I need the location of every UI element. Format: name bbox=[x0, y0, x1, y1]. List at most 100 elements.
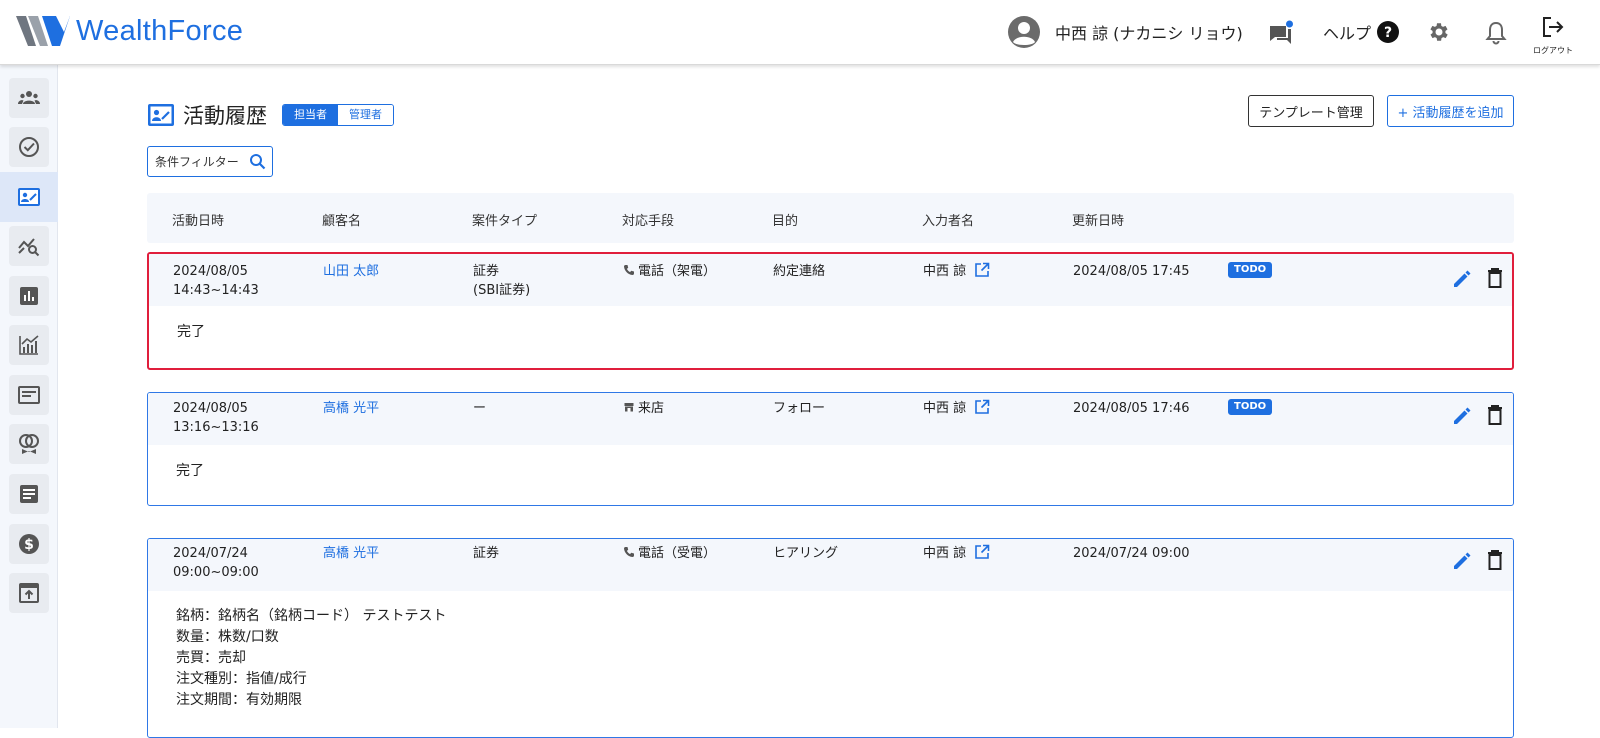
column-header-activity-date: 活動日時 bbox=[172, 214, 225, 229]
add-activity-button[interactable]: + 活動履歴を追加 bbox=[1387, 95, 1514, 127]
case-type: 証券 bbox=[473, 546, 500, 561]
case-type-sub: (SBI証券) bbox=[473, 283, 531, 298]
sidebar-item-growth[interactable] bbox=[9, 325, 49, 365]
document-icon bbox=[20, 485, 38, 503]
activity-datetime: 2024/07/24 09:00~09:00 bbox=[173, 544, 259, 582]
external-link-icon[interactable] bbox=[974, 262, 990, 278]
bar-chart-icon bbox=[20, 287, 38, 305]
user-name: 中西 諒 (ナカニシ リョウ) bbox=[1055, 24, 1243, 43]
entered-by: 中西 諒 bbox=[923, 262, 990, 281]
activity-date: 2024/07/24 bbox=[173, 546, 248, 561]
svg-text:$: $ bbox=[24, 537, 34, 553]
gear-icon[interactable] bbox=[1427, 20, 1451, 44]
case-type: ー bbox=[473, 401, 487, 416]
entered-by-name: 中西 諒 bbox=[923, 546, 967, 561]
sidebar-item-customers[interactable] bbox=[9, 78, 49, 118]
delete-icon[interactable] bbox=[1485, 549, 1505, 571]
activity-datetime: 2024/08/05 13:16~13:16 bbox=[173, 399, 259, 437]
entered-by-name: 中西 諒 bbox=[923, 401, 967, 416]
entered-by-name: 中西 諒 bbox=[923, 264, 967, 279]
external-link-icon[interactable] bbox=[974, 544, 990, 560]
activity-memo: 完了 bbox=[176, 463, 204, 479]
toggle-assignee[interactable]: 担当者 bbox=[283, 105, 338, 125]
chat-icon[interactable] bbox=[1268, 20, 1294, 46]
purpose: ヒアリング bbox=[773, 546, 839, 561]
check-circle-icon bbox=[19, 137, 39, 157]
avatar-icon bbox=[1008, 16, 1040, 48]
sidebar-item-cards[interactable] bbox=[9, 375, 49, 415]
logo-mark-icon bbox=[16, 16, 70, 46]
activity-date: 2024/08/05 bbox=[173, 401, 248, 416]
customers-icon bbox=[18, 91, 40, 104]
condition-filter-button[interactable]: 条件フィルター bbox=[147, 146, 273, 177]
activity-history-icon bbox=[18, 188, 40, 206]
logo[interactable]: WealthForce bbox=[16, 14, 243, 48]
store-icon bbox=[624, 403, 634, 412]
bell-icon[interactable] bbox=[1484, 20, 1508, 46]
sidebar-item-tasks[interactable] bbox=[9, 127, 49, 167]
column-header-updated: 更新日時 bbox=[1072, 214, 1125, 229]
phone-icon bbox=[624, 265, 634, 275]
customer-link[interactable]: 高橋 光平 bbox=[323, 544, 379, 563]
filter-label: 条件フィルター bbox=[155, 155, 239, 169]
logo-text-bold: Wealth bbox=[76, 14, 168, 47]
customer-link[interactable]: 山田 太郎 bbox=[323, 262, 379, 281]
sidebar-item-activity-history[interactable] bbox=[0, 172, 58, 222]
edit-icon[interactable] bbox=[1451, 550, 1473, 572]
activity-time: 13:16~13:16 bbox=[173, 420, 259, 435]
logo-text: WealthForce bbox=[76, 15, 243, 48]
delete-icon[interactable] bbox=[1485, 267, 1505, 289]
edit-icon[interactable] bbox=[1451, 405, 1473, 427]
column-header-purpose: 目的 bbox=[772, 214, 799, 229]
sidebar-item-documents[interactable] bbox=[9, 474, 49, 514]
help-button[interactable]: ヘルプ ? bbox=[1323, 20, 1400, 44]
activity-card[interactable]: 2024/07/24 09:00~09:00 高橋 光平 証券 電話（受電） ヒ… bbox=[147, 538, 1514, 738]
channel-label: 電話（架電） bbox=[638, 264, 717, 279]
page-header: 活動履歴 担当者 管理者 bbox=[148, 100, 394, 130]
channel-label: 来店 bbox=[638, 401, 665, 416]
column-header-case-type: 案件タイプ bbox=[472, 214, 538, 229]
todo-badge: TODO bbox=[1228, 262, 1273, 278]
table-header: 活動日時 顧客名 案件タイプ 対応手段 目的 入力者名 更新日時 bbox=[147, 193, 1514, 243]
role-toggle: 担当者 管理者 bbox=[282, 104, 394, 126]
channel: 来店 bbox=[623, 399, 664, 418]
case-type-label: 証券 bbox=[473, 264, 500, 279]
rings-icon bbox=[19, 434, 39, 454]
user-menu[interactable]: 中西 諒 (ナカニシ リョウ) bbox=[1008, 16, 1243, 48]
sidebar-item-analysis[interactable] bbox=[9, 226, 49, 266]
help-label: ヘルプ bbox=[1323, 24, 1372, 43]
activity-history-icon bbox=[148, 104, 174, 126]
sidebar-item-reports[interactable] bbox=[9, 276, 49, 316]
purpose: 約定連絡 bbox=[773, 264, 826, 279]
activity-datetime: 2024/08/05 14:43~14:43 bbox=[173, 262, 259, 300]
purpose: フォロー bbox=[773, 401, 826, 416]
entered-by: 中西 諒 bbox=[923, 399, 990, 418]
logout-icon bbox=[1543, 17, 1564, 37]
toggle-admin[interactable]: 管理者 bbox=[338, 105, 393, 125]
todo-badge: TODO bbox=[1228, 399, 1273, 415]
case-type: 証券 (SBI証券) bbox=[473, 262, 530, 300]
external-link-icon[interactable] bbox=[974, 399, 990, 415]
updated-datetime: 2024/07/24 09:00 bbox=[1073, 546, 1190, 561]
delete-icon[interactable] bbox=[1485, 404, 1505, 426]
activity-card[interactable]: 2024/08/05 13:16~13:16 高橋 光平 ー 来店 フォロー 中… bbox=[147, 392, 1514, 506]
sidebar-item-events[interactable] bbox=[9, 424, 49, 464]
help-icon: ? bbox=[1377, 21, 1400, 43]
updated-datetime: 2024/08/05 17:46 bbox=[1073, 401, 1190, 416]
analysis-search-icon bbox=[18, 238, 40, 257]
growth-chart-icon bbox=[19, 335, 39, 355]
logout-button[interactable]: ログアウト bbox=[1530, 16, 1576, 56]
customer-link[interactable]: 高橋 光平 bbox=[323, 399, 379, 418]
activity-time: 14:43~14:43 bbox=[173, 283, 259, 298]
template-manage-button[interactable]: テンプレート管理 bbox=[1248, 95, 1374, 127]
sidebar-item-finance[interactable]: $ bbox=[9, 524, 49, 564]
edit-icon[interactable] bbox=[1451, 268, 1473, 290]
column-header-customer: 顧客名 bbox=[322, 214, 362, 229]
upload-icon bbox=[19, 583, 39, 603]
sidebar: $ bbox=[0, 65, 58, 728]
activity-card[interactable]: 2024/08/05 14:43~14:43 山田 太郎 証券 (SBI証券) … bbox=[147, 252, 1514, 370]
updated-datetime: 2024/08/05 17:45 bbox=[1073, 264, 1190, 279]
activity-time: 09:00~09:00 bbox=[173, 565, 259, 580]
sidebar-item-upload[interactable] bbox=[9, 573, 49, 613]
activity-memo: 銘柄：銘柄名（銘柄コード） テストテスト 数量：株数/口数 売買：売却 注文種別… bbox=[176, 608, 447, 708]
